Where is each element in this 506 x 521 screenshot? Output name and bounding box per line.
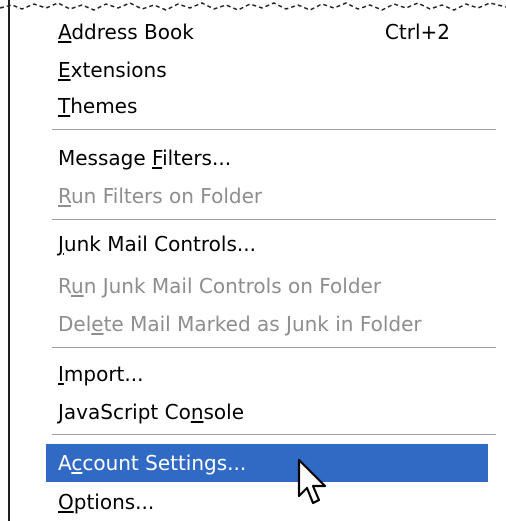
access-key: c	[71, 451, 83, 475]
menu-item-label: Run Filters on Folder	[58, 178, 262, 214]
tools-menu: Address Book Ctrl+2 Extensions Themes Me…	[0, 0, 506, 521]
menu-separator	[52, 219, 496, 221]
menu-item-run-junk-mail-controls-on-folder[interactable]: Run Junk Mail Controls on Folder	[46, 268, 488, 304]
label-start: R	[58, 274, 71, 298]
label-rest: un Filters on Folder	[71, 184, 263, 208]
access-key: F	[152, 146, 163, 170]
menu-item-label: Delete Mail Marked as Junk in Folder	[58, 306, 422, 342]
menu-item-options[interactable]: Options...	[46, 484, 488, 520]
label-rest: xtensions	[70, 58, 167, 82]
access-key: E	[58, 58, 71, 82]
label-rest: ddress Book	[71, 20, 194, 44]
menu-item-run-filters-on-folder[interactable]: Run Filters on Folder	[46, 178, 488, 214]
menu-item-address-book[interactable]: Address Book Ctrl+2	[46, 14, 488, 50]
label-start: Del	[58, 312, 92, 336]
access-key: u	[71, 274, 84, 298]
label-rest: te Mail Marked as Junk in Folder	[103, 312, 422, 336]
mouse-pointer-icon	[297, 458, 327, 505]
menu-item-import[interactable]: Import...	[46, 356, 488, 392]
access-key: e	[91, 312, 104, 336]
menu-item-label: Run Junk Mail Controls on Folder	[58, 268, 381, 304]
label-rest: unk Mail Controls...	[63, 232, 256, 256]
menu-item-label: Options...	[58, 484, 154, 520]
label-rest: mport...	[63, 362, 144, 386]
access-key: T	[58, 94, 71, 118]
label-start: Message	[58, 146, 153, 170]
label-rest: n Junk Mail Controls on Folder	[83, 274, 382, 298]
label-rest: sole	[203, 400, 245, 424]
menu-item-label: Extensions	[58, 52, 167, 88]
menu-item-label: Junk Mail Controls...	[58, 226, 256, 262]
menu-item-account-settings[interactable]: Account Settings...	[46, 444, 488, 482]
label-rest: ilters...	[162, 146, 232, 170]
label-rest: hemes	[70, 94, 138, 118]
label-rest: count Settings...	[82, 451, 247, 475]
access-key: R	[58, 184, 71, 208]
menu-separator	[52, 347, 496, 349]
label-start: A	[58, 451, 72, 475]
menu-item-themes[interactable]: Themes	[46, 88, 488, 124]
menu-item-label: Import...	[58, 356, 143, 392]
menu-separator	[52, 434, 496, 436]
menu-item-javascript-console[interactable]: JavaScript Console	[46, 394, 488, 430]
menu-item-delete-mail-marked-as-junk[interactable]: Delete Mail Marked as Junk in Folder	[46, 306, 488, 342]
access-key: A	[58, 20, 72, 44]
access-key: n	[190, 400, 204, 424]
access-key: O	[58, 490, 74, 514]
shortcut-label: Ctrl+2	[384, 20, 450, 44]
menu-separator	[52, 129, 496, 131]
label-rest: ptions...	[73, 490, 155, 514]
menu-item-label: Account Settings...	[58, 444, 246, 482]
menu-item-label: JavaScript Console	[58, 394, 244, 430]
menu-item-junk-mail-controls[interactable]: Junk Mail Controls...	[46, 226, 488, 262]
menu-left-border	[8, 0, 10, 521]
label-start: JavaScript Co	[58, 400, 191, 424]
menu-item-label: Themes	[58, 88, 137, 124]
menu-item-label: Address Book	[58, 14, 194, 50]
menu-item-extensions[interactable]: Extensions	[46, 52, 488, 88]
menu-item-message-filters[interactable]: Message Filters...	[46, 140, 488, 176]
menu-item-label: Message Filters...	[58, 140, 231, 176]
